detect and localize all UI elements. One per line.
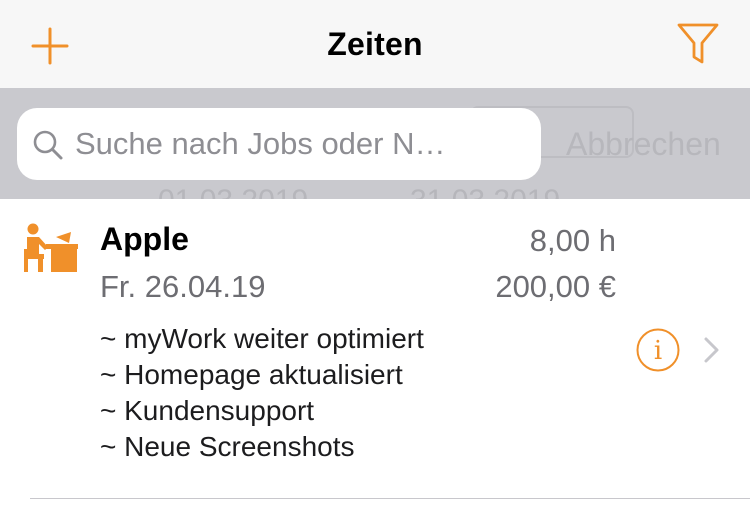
page-title: Zeiten bbox=[327, 26, 423, 62]
search-input[interactable] bbox=[75, 108, 529, 180]
filter-button[interactable] bbox=[672, 18, 724, 70]
note-item: ~ Kundensupport bbox=[100, 395, 315, 426]
plus-icon bbox=[31, 27, 69, 65]
add-button[interactable] bbox=[26, 22, 74, 70]
search-bar: 01.03.2019 31.03.2019 Abbrechen bbox=[0, 88, 750, 199]
entry-amount: 200,00 € bbox=[495, 269, 616, 304]
note-item: ~ Homepage aktualisiert bbox=[100, 359, 403, 390]
row-separator bbox=[30, 498, 750, 499]
worker-at-desk-icon bbox=[24, 223, 78, 272]
funnel-icon bbox=[677, 23, 719, 64]
time-entry-row[interactable]: Apple Fr. 26.04.19 8,00 h 200,00 € ~ myW… bbox=[0, 199, 750, 499]
search-icon bbox=[33, 130, 63, 160]
entry-notes: ~ myWork weiter optimiert ~ Homepage akt… bbox=[100, 321, 424, 465]
search-field[interactable] bbox=[17, 108, 541, 180]
entry-hours: 8,00 h bbox=[529, 223, 616, 258]
navigation-bar: Zeiten bbox=[0, 0, 750, 88]
date-from: 01.03.2019 bbox=[158, 184, 308, 199]
svg-text:i: i bbox=[654, 336, 662, 366]
chevron-right-icon bbox=[704, 337, 719, 363]
client-name: Apple bbox=[100, 221, 189, 257]
cancel-button[interactable]: Abbrechen bbox=[566, 108, 721, 180]
info-icon[interactable]: i bbox=[635, 327, 681, 373]
date-to: 31.03.2019 bbox=[410, 184, 560, 199]
note-item: ~ myWork weiter optimiert bbox=[100, 323, 424, 354]
note-item: ~ Neue Screenshots bbox=[100, 431, 355, 462]
entry-date: Fr. 26.04.19 bbox=[100, 269, 266, 304]
